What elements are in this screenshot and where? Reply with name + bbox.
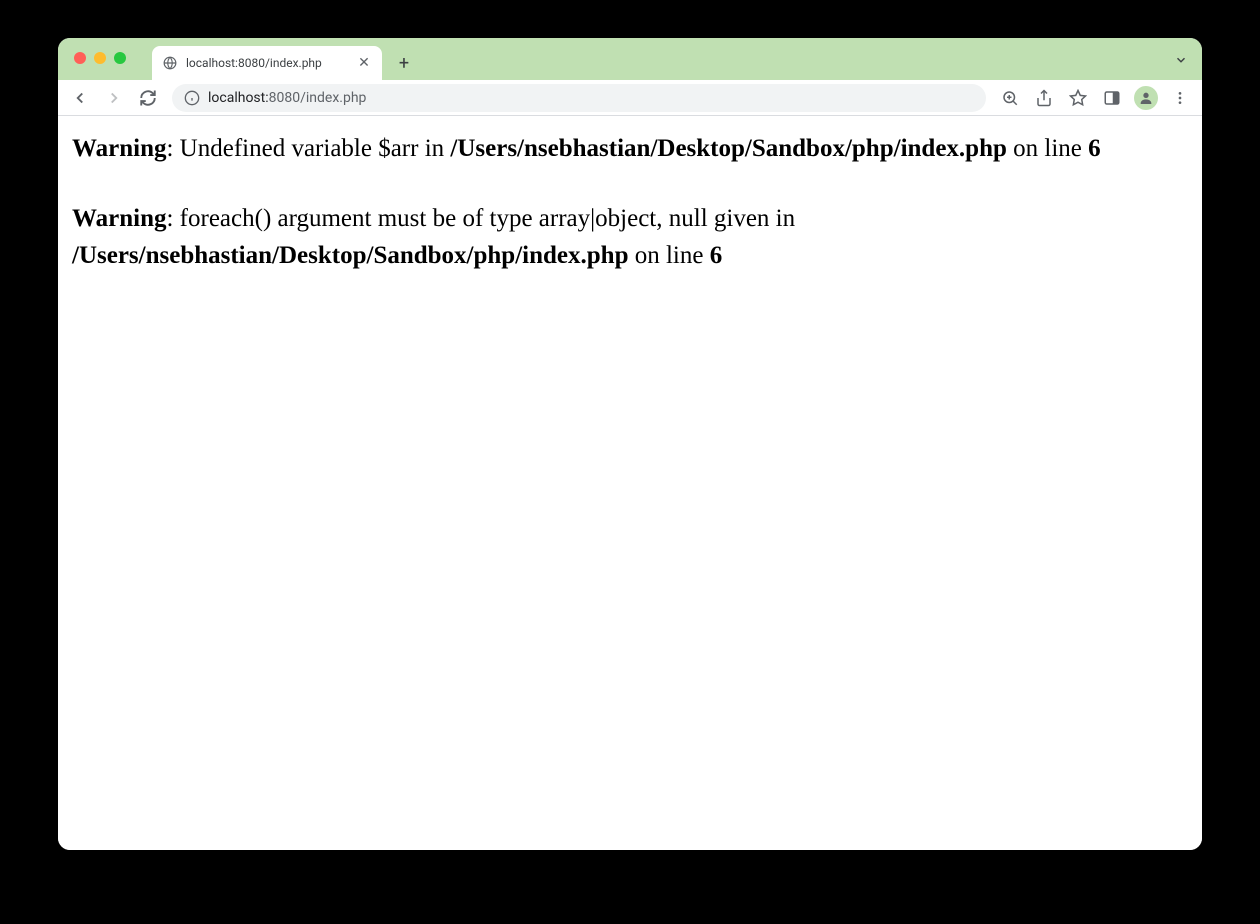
globe-icon — [162, 55, 178, 71]
warning-message: : foreach() argument must be of type arr… — [166, 205, 795, 232]
warning-label: Warning — [72, 205, 166, 232]
more-menu-button[interactable] — [1166, 84, 1194, 112]
url-text: localhost:8080/index.php — [208, 90, 366, 106]
warning-line-number: 6 — [1088, 135, 1101, 162]
warning-message: : Undefined variable $arr in — [166, 135, 450, 162]
tab-title: localhost:8080/index.php — [186, 56, 348, 70]
warning-on-line: on line — [1007, 135, 1088, 162]
warning-line-number: 6 — [710, 242, 723, 269]
toolbar: localhost:8080/index.php — [58, 80, 1202, 116]
zoom-icon[interactable] — [996, 84, 1024, 112]
close-window-button[interactable] — [74, 52, 86, 64]
php-output: Warning: Undefined variable $arr in /Use… — [72, 130, 1188, 275]
new-tab-button[interactable]: + — [390, 49, 418, 77]
reload-button[interactable] — [134, 84, 162, 112]
close-tab-button[interactable]: ✕ — [356, 55, 372, 71]
minimize-window-button[interactable] — [94, 52, 106, 64]
maximize-window-button[interactable] — [114, 52, 126, 64]
bookmark-icon[interactable] — [1064, 84, 1092, 112]
warning-label: Warning — [72, 135, 166, 162]
browser-window: localhost:8080/index.php ✕ + localhost:8… — [58, 38, 1202, 850]
page-viewport: Warning: Undefined variable $arr in /Use… — [58, 116, 1202, 850]
browser-tab[interactable]: localhost:8080/index.php ✕ — [152, 46, 382, 80]
url-host: localhost: — [208, 90, 269, 106]
back-button[interactable] — [66, 84, 94, 112]
url-path: 8080/index.php — [269, 90, 367, 106]
tabs-dropdown-button[interactable] — [1174, 52, 1188, 71]
side-panel-icon[interactable] — [1098, 84, 1126, 112]
php-warning: Warning: foreach() argument must be of t… — [72, 200, 1188, 275]
account-button[interactable] — [1134, 86, 1158, 110]
php-warning: Warning: Undefined variable $arr in /Use… — [72, 130, 1188, 168]
warning-on-line: on line — [628, 242, 709, 269]
share-icon[interactable] — [1030, 84, 1058, 112]
traffic-lights — [74, 52, 126, 64]
warning-file: /Users/nsebhastian/Desktop/Sandbox/php/i… — [450, 135, 1006, 162]
warning-file: /Users/nsebhastian/Desktop/Sandbox/php/i… — [72, 242, 628, 269]
site-info-icon[interactable] — [184, 90, 200, 106]
forward-button[interactable] — [100, 84, 128, 112]
address-bar[interactable]: localhost:8080/index.php — [172, 84, 986, 112]
tab-bar: localhost:8080/index.php ✕ + — [58, 38, 1202, 80]
